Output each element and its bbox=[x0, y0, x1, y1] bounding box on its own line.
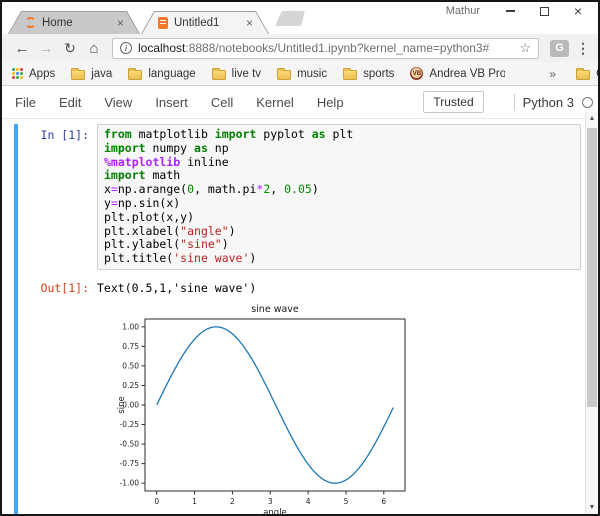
new-tab-button[interactable] bbox=[275, 11, 305, 26]
sine-wave-chart: 0123456-1.00-0.75-0.50-0.250.000.250.500… bbox=[117, 299, 581, 514]
folder-icon bbox=[212, 70, 226, 80]
other-bookmarks-button[interactable]: Other bookmarks bbox=[576, 68, 600, 80]
notebook-cell[interactable]: In [1]: from matplotlib import pyplot as… bbox=[14, 124, 581, 514]
home-icon[interactable]: ⌂ bbox=[84, 41, 104, 56]
input-prompt: In [1]: bbox=[18, 124, 97, 142]
url-path: :8888/notebooks/Untitled1.ipynb?kernel_n… bbox=[185, 41, 489, 55]
reload-icon[interactable]: ↻ bbox=[60, 41, 80, 55]
folder-icon bbox=[343, 70, 357, 80]
bookmark-label: java bbox=[91, 68, 112, 80]
menubar-right: Trusted Python 3 bbox=[423, 91, 593, 113]
svg-text:sine wave: sine wave bbox=[251, 304, 299, 315]
tab-untitled1[interactable]: Untitled1 × bbox=[141, 11, 269, 34]
svg-text:1.00: 1.00 bbox=[122, 322, 139, 331]
kernel-name-label: Python 3 bbox=[523, 95, 574, 110]
folder-icon bbox=[576, 70, 590, 80]
bookmarks-bar: Apps java language live tv music sports VB A… bbox=[2, 62, 598, 86]
bookmark-sports[interactable]: sports bbox=[343, 68, 394, 80]
back-icon[interactable]: ← bbox=[12, 41, 32, 56]
url-host: localhost bbox=[138, 41, 185, 55]
bookmark-label: sports bbox=[363, 68, 394, 80]
tab-close-icon[interactable]: × bbox=[246, 17, 253, 29]
cell-input-area: In [1]: from matplotlib import pyplot as… bbox=[18, 124, 581, 270]
menu-item-file[interactable]: File bbox=[15, 95, 36, 110]
address-bar[interactable]: i localhost:8888/notebooks/Untitled1.ipy… bbox=[112, 38, 539, 59]
tab-strip: Home × Untitled1 × bbox=[2, 11, 598, 34]
jupyter-menubar: File Edit View Insert Cell Kernel Help Trusted… bbox=[2, 86, 598, 119]
page-info-icon[interactable]: i bbox=[120, 42, 132, 54]
output-text: Text(0.5,1,'sine wave') bbox=[97, 277, 256, 295]
svg-text:6: 6 bbox=[381, 497, 386, 506]
svg-text:5: 5 bbox=[344, 497, 349, 506]
tab-home[interactable]: Home × bbox=[8, 11, 140, 34]
forward-icon[interactable]: → bbox=[36, 41, 56, 56]
svg-text:-0.25: -0.25 bbox=[120, 420, 140, 429]
scrollbar-thumb[interactable] bbox=[587, 128, 597, 407]
svg-text:sine: sine bbox=[117, 396, 127, 413]
bookmark-star-icon[interactable]: ☆ bbox=[519, 40, 531, 56]
scroll-up-icon[interactable]: ▲ bbox=[586, 115, 598, 122]
svg-text:0.75: 0.75 bbox=[122, 342, 139, 351]
chrome-menu-icon[interactable]: ⋮ bbox=[576, 40, 590, 57]
bookmark-andrea-vb[interactable]: VB Andrea VB Programm bbox=[410, 67, 505, 80]
folder-icon bbox=[71, 70, 85, 80]
bookmark-apps-label: Apps bbox=[29, 68, 55, 80]
apps-grid-icon bbox=[12, 68, 23, 79]
menu-item-cell[interactable]: Cell bbox=[211, 95, 233, 110]
svg-text:1: 1 bbox=[192, 497, 197, 506]
menu-items: File Edit View Insert Cell Kernel Help bbox=[15, 95, 344, 110]
vb-site-icon: VB bbox=[410, 67, 423, 80]
notebook-area: In [1]: from matplotlib import pyplot as… bbox=[2, 119, 585, 514]
cell-output-area: Out[1]: Text(0.5,1,'sine wave') bbox=[18, 277, 581, 295]
page-scrollbar[interactable]: ▲ ▼ bbox=[585, 112, 598, 514]
bookmark-music[interactable]: music bbox=[277, 68, 327, 80]
notebook-file-icon bbox=[158, 17, 168, 29]
url-text: localhost:8888/notebooks/Untitled1.ipynb… bbox=[138, 41, 513, 55]
browser-toolbar: ← → ↻ ⌂ i localhost:8888/notebooks/Untit… bbox=[2, 34, 598, 62]
menu-item-help[interactable]: Help bbox=[317, 95, 344, 110]
tab-untitled1-label: Untitled1 bbox=[174, 17, 240, 29]
bookmark-label: live tv bbox=[232, 68, 261, 80]
menubar-divider bbox=[514, 94, 515, 111]
svg-text:3: 3 bbox=[268, 497, 273, 506]
svg-text:4: 4 bbox=[306, 497, 311, 506]
window-titlebar: Mathur × Home × Untitled1 × bbox=[2, 2, 598, 34]
svg-text:angle: angle bbox=[263, 508, 287, 514]
bookmarks-overflow-icon[interactable]: » bbox=[549, 67, 556, 81]
bookmark-label: music bbox=[297, 68, 327, 80]
menu-item-edit[interactable]: Edit bbox=[59, 95, 81, 110]
tab-home-label: Home bbox=[42, 17, 111, 29]
tab-close-icon[interactable]: × bbox=[117, 17, 124, 29]
other-bookmarks-label: Other bookmarks bbox=[596, 68, 600, 80]
trusted-button[interactable]: Trusted bbox=[423, 91, 483, 113]
extension-g-icon[interactable]: G bbox=[550, 40, 569, 57]
svg-text:0.50: 0.50 bbox=[122, 361, 139, 370]
code-editor[interactable]: from matplotlib import pyplot as pltimpo… bbox=[97, 124, 581, 270]
jupyter-logo-icon bbox=[25, 17, 36, 28]
bookmark-andrea-vb-label: Andrea VB Programm bbox=[429, 68, 505, 80]
bookmark-java[interactable]: java bbox=[71, 68, 112, 80]
scroll-down-icon[interactable]: ▼ bbox=[586, 504, 598, 511]
browser-window: Mathur × Home × Untitled1 × bbox=[0, 0, 600, 516]
menu-item-insert[interactable]: Insert bbox=[155, 95, 188, 110]
bookmark-apps[interactable]: Apps bbox=[12, 68, 55, 80]
figure-row: 0123456-1.00-0.75-0.50-0.250.000.250.500… bbox=[18, 299, 581, 514]
svg-text:0: 0 bbox=[154, 497, 159, 506]
svg-text:-1.00: -1.00 bbox=[120, 479, 140, 488]
menu-item-kernel[interactable]: Kernel bbox=[256, 95, 294, 110]
bookmark-language[interactable]: language bbox=[128, 68, 195, 80]
kernel-status-icon bbox=[582, 97, 593, 108]
bookmark-live-tv[interactable]: live tv bbox=[212, 68, 261, 80]
output-prompt: Out[1]: bbox=[18, 277, 97, 295]
folder-icon bbox=[277, 70, 291, 80]
svg-text:2: 2 bbox=[230, 497, 235, 506]
svg-text:0.25: 0.25 bbox=[122, 381, 139, 390]
menu-item-view[interactable]: View bbox=[104, 95, 132, 110]
folder-icon bbox=[128, 70, 142, 80]
svg-text:-0.75: -0.75 bbox=[120, 459, 140, 468]
bookmark-label: language bbox=[148, 68, 195, 80]
svg-text:-0.50: -0.50 bbox=[120, 440, 140, 449]
